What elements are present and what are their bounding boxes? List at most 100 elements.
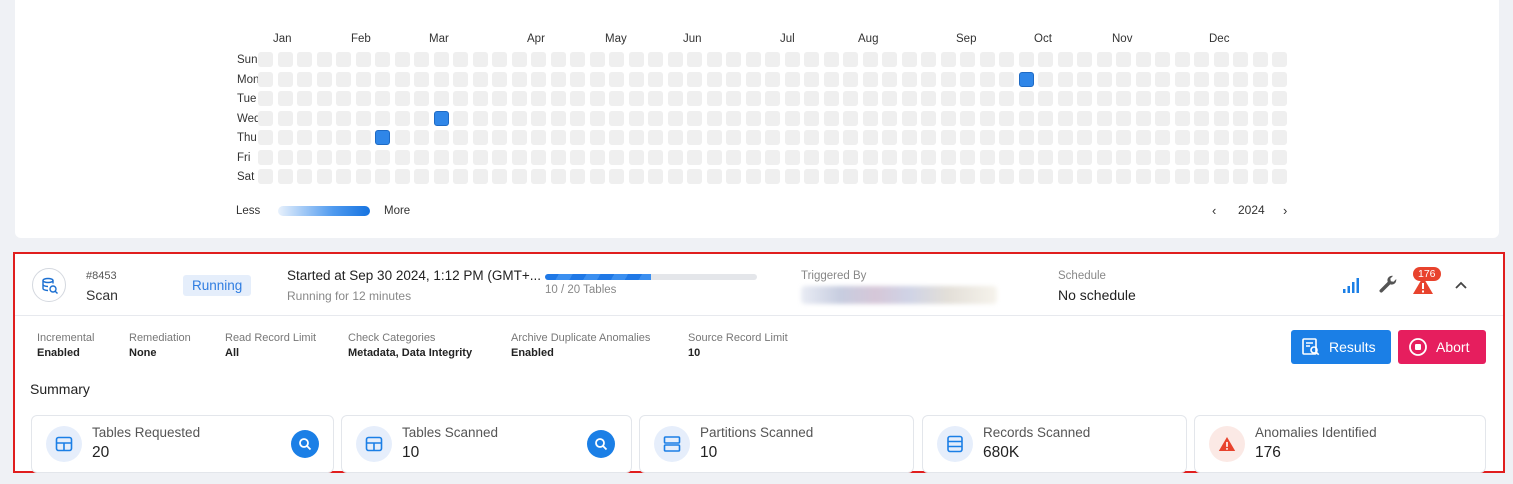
heatmap-cell[interactable]	[550, 149, 566, 165]
heatmap-cell[interactable]	[1116, 110, 1131, 126]
heatmap-cell[interactable]	[1038, 130, 1053, 145]
heatmap-cell[interactable]	[1272, 130, 1287, 145]
heatmap-cell[interactable]	[1272, 169, 1287, 184]
heatmap-cell[interactable]	[960, 110, 975, 126]
heatmap-cell[interactable]	[628, 130, 644, 145]
heatmap-cell[interactable]	[414, 52, 429, 67]
heatmap-cell[interactable]	[472, 110, 488, 126]
heatmap-cell[interactable]	[1116, 91, 1131, 106]
heatmap-cell[interactable]	[882, 71, 897, 87]
heatmap-cell[interactable]	[843, 149, 858, 165]
heatmap-cell[interactable]	[1155, 91, 1170, 106]
heatmap-cell[interactable]	[901, 149, 917, 165]
heatmap-cell[interactable]	[628, 91, 644, 106]
heatmap-cell[interactable]	[921, 149, 936, 165]
heatmap-cell[interactable]	[862, 130, 878, 145]
heatmap-cell[interactable]	[687, 91, 702, 106]
heatmap-cell[interactable]	[1018, 110, 1034, 126]
heatmap-cell[interactable]	[784, 149, 800, 165]
heatmap-cell[interactable]	[355, 110, 371, 126]
heatmap-cell[interactable]	[316, 71, 332, 87]
heatmap-cell[interactable]	[609, 91, 624, 106]
heatmap-cell[interactable]	[745, 149, 761, 165]
heatmap-cell[interactable]	[375, 169, 390, 184]
heatmap-cell[interactable]	[960, 71, 975, 87]
heatmap-cell[interactable]	[706, 130, 722, 145]
heatmap-cell[interactable]	[1174, 149, 1190, 165]
heatmap-cell[interactable]	[433, 71, 449, 87]
heatmap-cell[interactable]	[706, 169, 722, 184]
heatmap-cell[interactable]	[999, 110, 1014, 126]
heatmap-cell[interactable]	[570, 71, 585, 87]
heatmap-cell[interactable]	[1213, 52, 1229, 67]
heatmap-cell[interactable]	[1018, 130, 1034, 145]
heatmap-cell[interactable]	[570, 52, 585, 67]
heatmap-cell[interactable]	[336, 110, 351, 126]
heatmap-cell[interactable]	[960, 52, 975, 67]
heatmap-cell[interactable]	[960, 169, 975, 184]
heatmap-cell[interactable]	[297, 52, 312, 67]
heatmap-cell[interactable]	[726, 71, 741, 87]
heatmap-cell[interactable]	[1233, 52, 1248, 67]
heatmap-cell[interactable]	[804, 169, 819, 184]
heatmap-cell[interactable]	[1174, 91, 1190, 106]
heatmap-cell[interactable]	[862, 71, 878, 87]
heatmap-cell[interactable]	[706, 149, 722, 165]
heatmap-cell[interactable]	[1252, 110, 1268, 126]
heatmap-cell[interactable]	[492, 149, 507, 165]
heatmap-cell[interactable]	[667, 169, 683, 184]
heatmap-cell[interactable]	[960, 91, 975, 106]
heatmap-cell[interactable]	[609, 169, 624, 184]
heatmap-cell[interactable]	[433, 169, 449, 184]
heatmap-cell[interactable]	[745, 130, 761, 145]
heatmap-cell[interactable]	[921, 91, 936, 106]
heatmap-cell[interactable]	[511, 130, 527, 145]
heatmap-cell[interactable]	[355, 71, 371, 87]
heatmap-cell[interactable]	[1252, 130, 1268, 145]
heatmap-cell[interactable]	[1213, 130, 1229, 145]
heatmap-cell[interactable]	[765, 149, 780, 165]
heatmap-cell[interactable]	[804, 130, 819, 145]
heatmap-cell[interactable]	[1057, 110, 1073, 126]
heatmap-cell[interactable]	[1038, 149, 1053, 165]
heatmap-cell[interactable]	[316, 110, 332, 126]
heatmap-cell[interactable]	[1018, 91, 1034, 106]
heatmap-cell[interactable]	[1018, 169, 1034, 184]
heatmap-cell[interactable]	[531, 130, 546, 145]
heatmap-cell[interactable]	[414, 169, 429, 184]
heatmap-cell[interactable]	[804, 91, 819, 106]
heatmap-cell[interactable]	[648, 52, 663, 67]
next-year-chevron-icon[interactable]: ›	[1283, 203, 1287, 218]
heatmap-cell[interactable]	[297, 71, 312, 87]
heatmap-cell[interactable]	[1272, 110, 1287, 126]
heatmap-cell[interactable]	[297, 130, 312, 145]
heatmap-cell[interactable]	[316, 149, 332, 165]
heatmap-cell[interactable]	[375, 91, 390, 106]
heatmap-cell[interactable]	[1096, 149, 1112, 165]
heatmap-cell[interactable]	[336, 91, 351, 106]
heatmap-cell[interactable]	[453, 71, 468, 87]
heatmap-cell[interactable]	[453, 110, 468, 126]
heatmap-cell[interactable]	[843, 169, 858, 184]
heatmap-cell[interactable]	[726, 149, 741, 165]
heatmap-cell[interactable]	[726, 52, 741, 67]
heatmap-cell[interactable]	[258, 149, 273, 165]
heatmap-cell[interactable]	[765, 169, 780, 184]
heatmap-cell[interactable]	[804, 149, 819, 165]
heatmap-cell[interactable]	[706, 110, 722, 126]
heatmap-cell[interactable]	[648, 169, 663, 184]
heatmap-cell[interactable]	[355, 169, 371, 184]
heatmap-cell[interactable]	[511, 91, 527, 106]
heatmap-cell[interactable]	[706, 91, 722, 106]
heatmap-cell[interactable]	[745, 169, 761, 184]
heatmap-cell[interactable]	[1077, 91, 1092, 106]
heatmap-cell[interactable]	[531, 169, 546, 184]
heatmap-cell[interactable]	[394, 52, 410, 67]
heatmap-cell[interactable]	[628, 169, 644, 184]
heatmap-cell[interactable]	[667, 110, 683, 126]
search-tables-scanned-button[interactable]	[587, 430, 615, 458]
heatmap-cell[interactable]	[531, 71, 546, 87]
heatmap-cell[interactable]	[1194, 130, 1209, 145]
heatmap-cell[interactable]	[1272, 91, 1287, 106]
heatmap-cell[interactable]	[667, 149, 683, 165]
